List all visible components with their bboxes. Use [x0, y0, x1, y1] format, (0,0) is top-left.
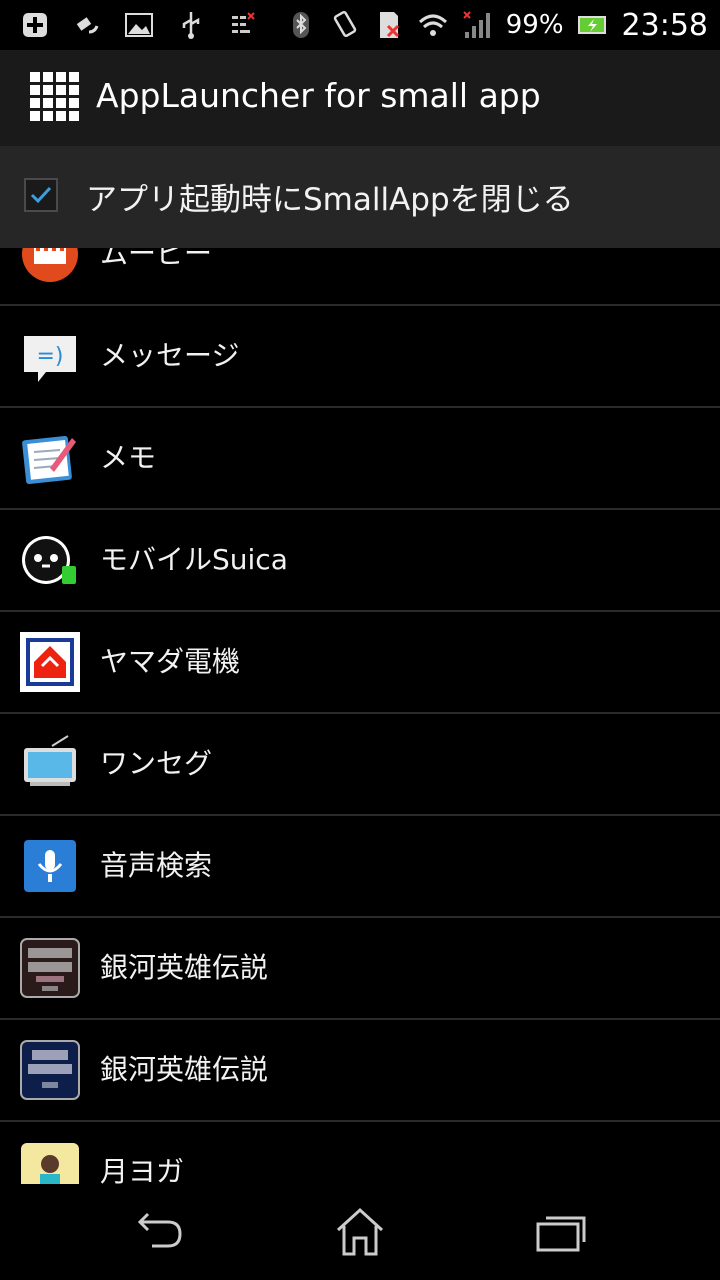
message-icon: =): [20, 326, 80, 386]
sim-error-icon: [374, 10, 404, 40]
yoga-icon: [20, 1142, 80, 1184]
list-item-label: 音声検索: [100, 849, 213, 882]
wifi-icon: [418, 10, 448, 40]
app-title: AppLauncher for small app: [96, 76, 541, 115]
add-notification-icon: [20, 10, 50, 40]
list-item-label: メモ: [100, 441, 157, 474]
list-item-label: 月ヨガ: [100, 1155, 185, 1184]
list-item-label: 銀河英雄伝説: [100, 1053, 269, 1086]
list-item[interactable]: モバイルSuica: [0, 510, 720, 612]
list-item[interactable]: ワンセグ: [0, 714, 720, 816]
status-bar-right: 99% 23:58: [286, 6, 708, 44]
suica-icon: [20, 530, 80, 590]
app-list[interactable]: ムービー =) メッセージ メモ モバイルSuica ヤマダ電機 ワンセグ 音声…: [0, 248, 720, 1184]
battery-charging-icon: [577, 10, 608, 40]
close-smallapp-checkbox[interactable]: [24, 178, 58, 212]
signal-icon: [462, 10, 492, 40]
ginga-eiyuu-icon: [20, 938, 80, 998]
grid-icon: [28, 70, 84, 126]
yamada-icon: [20, 632, 80, 692]
sim-data-icon: [228, 10, 258, 40]
list-item-label: モバイルSuica: [100, 543, 288, 576]
list-item-label: 銀河英雄伝説: [100, 951, 269, 984]
checkmark-icon: [30, 186, 52, 204]
usb-icon: [176, 10, 206, 40]
ginga-eiyuu-icon: [20, 1040, 80, 1100]
list-item[interactable]: 銀河英雄伝説: [0, 918, 720, 1020]
movie-icon: [20, 248, 80, 284]
battery-percent: 99%: [505, 10, 564, 40]
home-icon[interactable]: [332, 1206, 388, 1258]
recent-apps-icon[interactable]: [534, 1206, 590, 1258]
list-item-label: ヤマダ電機: [100, 645, 241, 678]
image-icon: [124, 10, 154, 40]
action-bar: AppLauncher for small app: [0, 50, 720, 148]
list-item[interactable]: ムービー: [0, 248, 720, 306]
list-item[interactable]: メモ: [0, 408, 720, 510]
tv-icon: [20, 734, 80, 794]
list-item[interactable]: 音声検索: [0, 816, 720, 918]
close-smallapp-label: アプリ起動時にSmallAppを閉じる: [86, 182, 574, 218]
satellite-icon: [72, 10, 102, 40]
status-bar-left: [20, 6, 258, 44]
list-item-label: メッセージ: [100, 339, 240, 372]
list-item[interactable]: 銀河英雄伝説: [0, 1020, 720, 1122]
status-bar: 99% 23:58: [0, 0, 720, 50]
list-item-label: ムービー: [100, 248, 213, 270]
back-icon[interactable]: [132, 1206, 188, 1258]
svg-text:=): =): [36, 344, 63, 369]
voice-search-icon: [20, 836, 80, 896]
close-smallapp-option[interactable]: アプリ起動時にSmallAppを閉じる: [0, 146, 720, 248]
list-item[interactable]: =) メッセージ: [0, 306, 720, 408]
navigation-bar: [0, 1184, 720, 1280]
list-item-label: ワンセグ: [100, 747, 213, 780]
memo-icon: [20, 428, 80, 488]
clock: 23:58: [621, 7, 708, 43]
bluetooth-icon: [286, 10, 316, 40]
rotate-icon: [330, 10, 360, 40]
list-item[interactable]: ヤマダ電機: [0, 612, 720, 714]
list-item[interactable]: 月ヨガ: [0, 1122, 720, 1184]
